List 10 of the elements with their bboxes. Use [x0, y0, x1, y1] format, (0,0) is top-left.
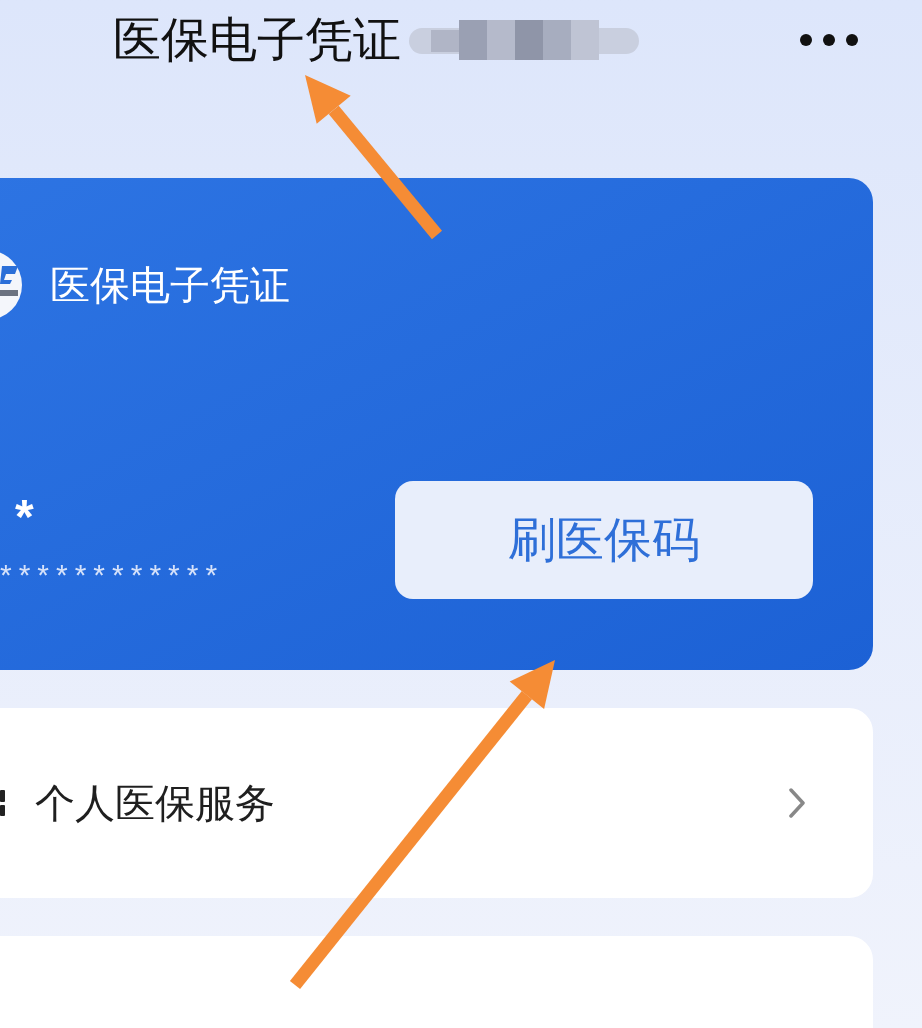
service-icon — [0, 788, 6, 818]
logo-icon — [0, 250, 22, 320]
chevron-right-icon — [788, 788, 806, 818]
service-row[interactable]: 个人医保服务 — [0, 708, 873, 898]
card-title: 医保电子凭证 — [50, 262, 290, 309]
page-title: 医保电子凭证 — [113, 12, 401, 68]
holder-name: * — [15, 491, 34, 543]
more-icon[interactable] — [800, 34, 858, 46]
masked-id-number: ************ — [0, 561, 225, 589]
show-code-button[interactable]: 刷医保码 — [395, 481, 813, 599]
